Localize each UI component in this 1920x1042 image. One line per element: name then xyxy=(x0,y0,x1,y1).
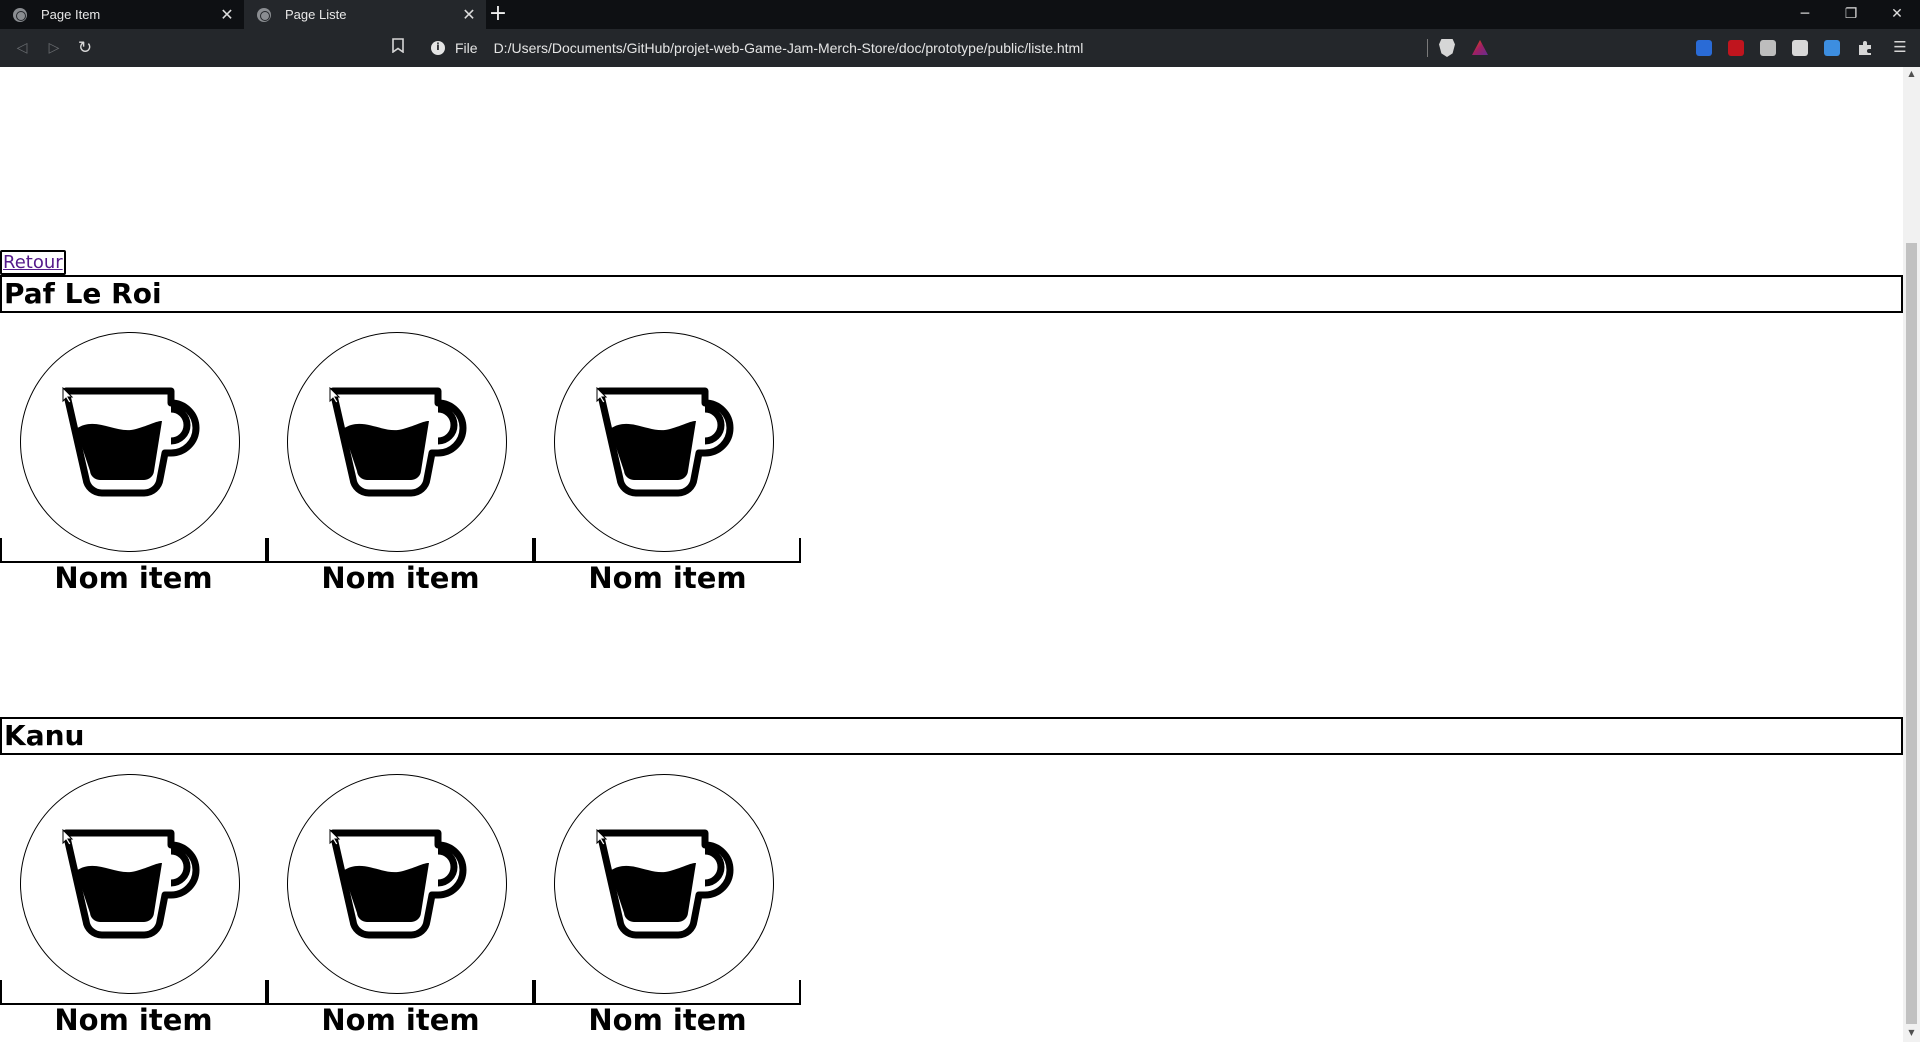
extension-icon[interactable] xyxy=(1824,40,1840,56)
mouse-cursor-icon xyxy=(596,829,608,846)
restore-button[interactable]: ❐ xyxy=(1828,0,1874,29)
url-scheme: File xyxy=(455,40,478,56)
address-bar[interactable]: i File D:/Users/Documents/GitHub/projet-… xyxy=(421,33,1501,63)
section-header: Kanu xyxy=(0,717,1903,755)
scroll-up-arrow-icon[interactable]: ▲ xyxy=(1903,69,1920,81)
close-tab-icon[interactable]: ✕ xyxy=(458,5,480,25)
coffee-cup-icon xyxy=(62,387,200,497)
item-image[interactable] xyxy=(554,332,774,552)
reload-button[interactable]: ↻ xyxy=(74,37,96,59)
item-card[interactable]: Nom item xyxy=(267,332,534,600)
mouse-cursor-icon xyxy=(329,387,341,404)
item-card[interactable]: Nom item xyxy=(267,774,534,1042)
extension-icon[interactable] xyxy=(1728,40,1744,56)
globe-icon xyxy=(13,7,27,22)
scroll-down-arrow-icon[interactable]: ▼ xyxy=(1903,1028,1920,1040)
info-icon[interactable]: i xyxy=(431,41,445,55)
extension-icon[interactable] xyxy=(1792,40,1808,56)
coffee-cup-icon xyxy=(329,829,467,939)
item-name[interactable]: Nom item xyxy=(267,560,534,596)
section-title: Paf Le Roi xyxy=(4,277,162,310)
section-title: Kanu xyxy=(4,719,85,752)
item-image[interactable] xyxy=(554,774,774,994)
back-link-button[interactable]: Retour xyxy=(0,250,66,275)
item-card[interactable]: Nom item xyxy=(534,774,801,1042)
puzzle-icon[interactable] xyxy=(1857,40,1873,56)
divider xyxy=(1427,39,1428,57)
mouse-cursor-icon xyxy=(329,829,341,846)
item-card[interactable]: Nom item xyxy=(534,332,801,600)
item-image[interactable] xyxy=(287,774,507,994)
minimize-button[interactable]: ─ xyxy=(1782,0,1828,29)
item-name[interactable]: Nom item xyxy=(267,1002,534,1038)
scrollbar-thumb[interactable] xyxy=(1906,243,1917,1024)
page-viewport: Retour Paf Le Roi Nom item Nom item Nom … xyxy=(0,67,1903,1042)
item-card[interactable]: Nom item xyxy=(0,332,267,600)
bookmark-icon[interactable] xyxy=(387,38,409,58)
coffee-cup-icon xyxy=(62,829,200,939)
tab-page-item[interactable]: Page Item ✕ xyxy=(0,0,244,29)
item-name[interactable]: Nom item xyxy=(0,1002,267,1038)
coffee-cup-icon xyxy=(329,387,467,497)
translate-extension-icon[interactable] xyxy=(1696,40,1712,56)
section-header: Paf Le Roi xyxy=(0,275,1903,313)
item-image[interactable] xyxy=(20,774,240,994)
extension-icon[interactable] xyxy=(1760,40,1776,56)
new-tab-button[interactable]: + xyxy=(487,0,509,29)
back-button[interactable]: ◁ xyxy=(11,37,33,59)
item-name[interactable]: Nom item xyxy=(534,1002,801,1038)
close-tab-icon[interactable]: ✕ xyxy=(216,5,238,25)
item-image[interactable] xyxy=(287,332,507,552)
close-window-button[interactable]: ✕ xyxy=(1874,0,1920,29)
mouse-cursor-icon xyxy=(62,387,74,404)
item-image[interactable] xyxy=(20,332,240,552)
forward-button[interactable]: ▷ xyxy=(43,37,65,59)
mouse-cursor-icon xyxy=(62,829,74,846)
coffee-cup-icon xyxy=(596,387,734,497)
menu-icon[interactable]: ☰ xyxy=(1891,38,1909,58)
item-card[interactable]: Nom item xyxy=(0,774,267,1042)
tab-label: Page Item xyxy=(41,7,101,22)
mouse-cursor-icon xyxy=(596,387,608,404)
item-name[interactable]: Nom item xyxy=(534,560,801,596)
coffee-cup-icon xyxy=(596,829,734,939)
url-text[interactable]: D:/Users/Documents/GitHub/projet-web-Gam… xyxy=(494,40,1084,56)
tab-bar: Page Item ✕ Page Liste ✕ + ─ ❐ ✕ xyxy=(0,0,1920,29)
item-name[interactable]: Nom item xyxy=(0,560,267,596)
tab-label: Page Liste xyxy=(285,7,347,22)
vertical-scrollbar[interactable]: ▲ ▼ xyxy=(1903,67,1920,1042)
tab-page-liste[interactable]: Page Liste ✕ xyxy=(244,0,486,29)
globe-icon xyxy=(257,7,271,22)
